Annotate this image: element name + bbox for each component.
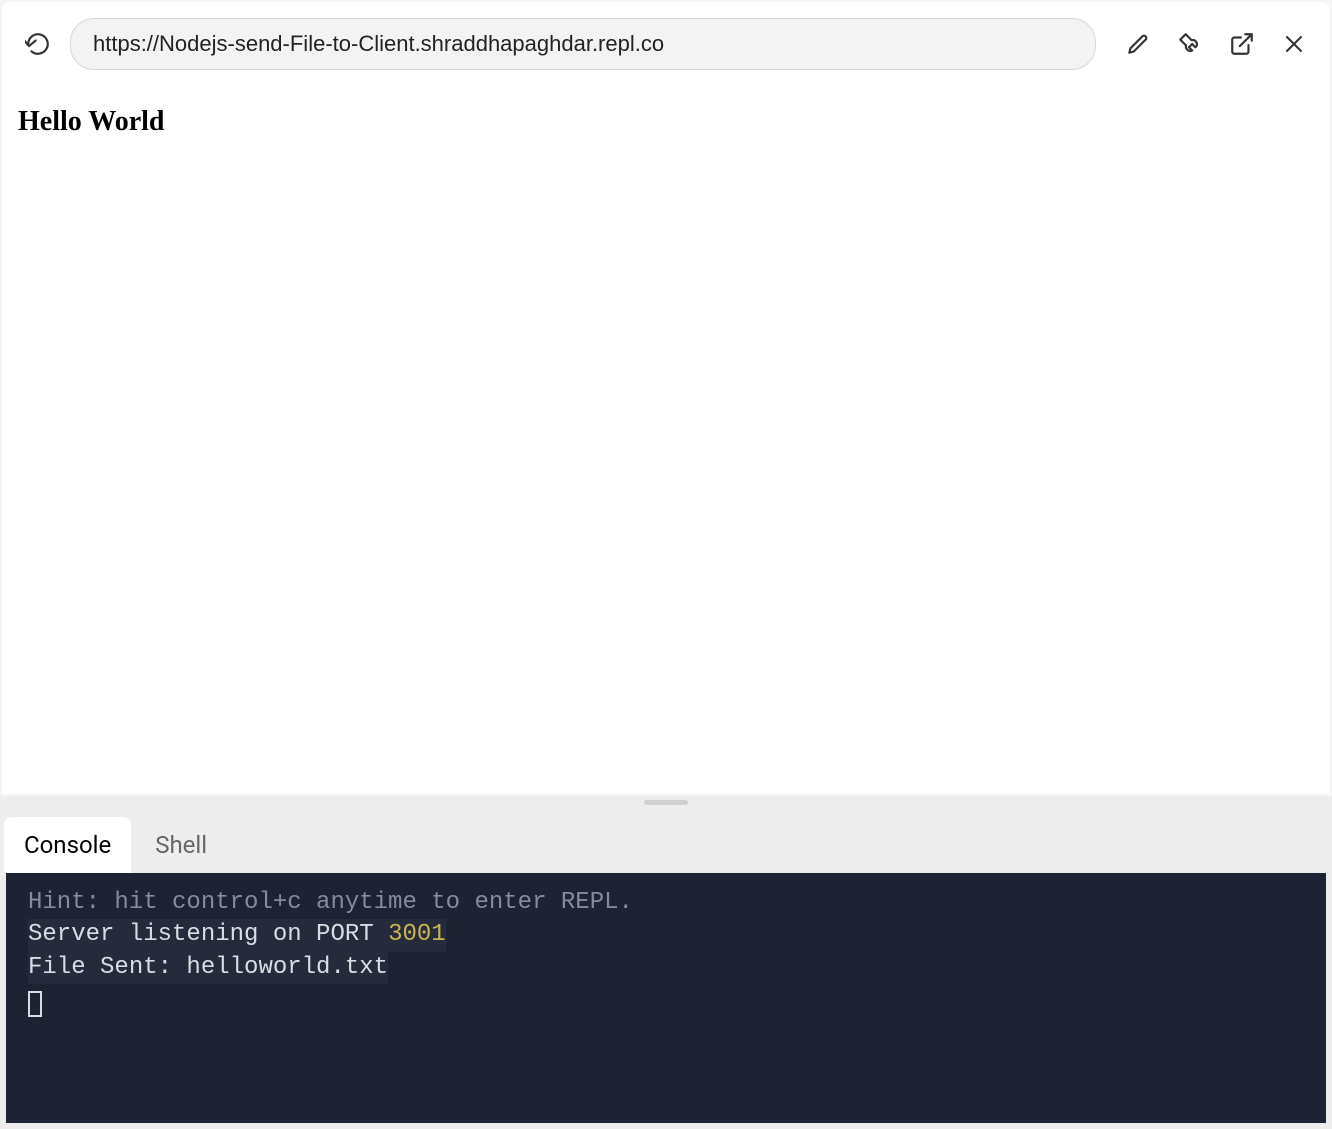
console-line: Server listening on PORT 3001 (28, 919, 1304, 951)
browser-toolbar (2, 2, 1330, 86)
console-text: Server listening on PORT (28, 921, 388, 948)
close-icon (1282, 32, 1306, 56)
browser-panel: Hello World (2, 2, 1330, 794)
toolbar-right-icons (1122, 28, 1310, 60)
console-output[interactable]: Hint: hit control+c anytime to enter REP… (6, 873, 1326, 1123)
console-line: File Sent: helloworld.txt (28, 952, 1304, 984)
console-cursor-line (28, 984, 1304, 1016)
reload-icon (25, 31, 51, 57)
bottom-panel: Console Shell Hint: hit control+c anytim… (0, 809, 1332, 1129)
open-new-tab-button[interactable] (1226, 28, 1258, 60)
page-content-area: Hello World (2, 86, 1330, 794)
tab-console[interactable]: Console (4, 817, 131, 873)
bottom-tabs: Console Shell (0, 809, 1332, 873)
reload-button[interactable] (22, 28, 54, 60)
close-button[interactable] (1278, 28, 1310, 60)
console-hint-line: Hint: hit control+c anytime to enter REP… (28, 887, 1304, 919)
page-body-text: Hello World (18, 106, 1314, 138)
cursor-icon (28, 991, 42, 1017)
pencil-icon (1125, 31, 1151, 57)
resize-grip-icon (644, 800, 688, 805)
console-port-number: 3001 (388, 921, 446, 948)
console-text: File Sent: helloworld.txt (28, 952, 388, 984)
edit-button[interactable] (1122, 28, 1154, 60)
tools-button[interactable] (1174, 28, 1206, 60)
url-input[interactable] (70, 18, 1096, 70)
panel-resize-handle[interactable] (0, 796, 1332, 809)
wrench-icon (1177, 31, 1203, 57)
tab-shell[interactable]: Shell (135, 817, 227, 873)
external-link-icon (1229, 31, 1255, 57)
